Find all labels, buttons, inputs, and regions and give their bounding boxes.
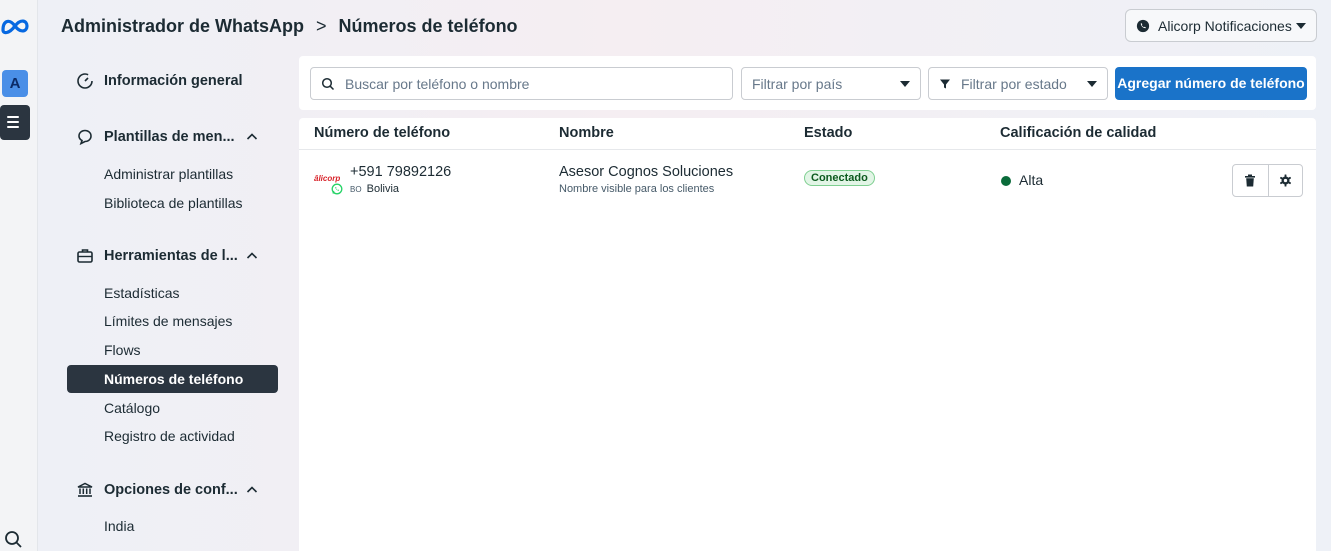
column-header-name[interactable]: Nombre: [559, 125, 614, 141]
delete-button[interactable]: [1233, 165, 1268, 196]
country-code: BO: [350, 185, 362, 194]
account-selector-button[interactable]: Alicorp Notificaciones: [1125, 9, 1317, 42]
sidebar-section-tools[interactable]: Herramientas de l...: [76, 244, 266, 268]
chevron-down-icon: [900, 80, 910, 87]
sidebar-item-message-limits[interactable]: Límites de mensajes: [104, 311, 232, 331]
search-input[interactable]: [345, 75, 725, 92]
sidebar-item-general[interactable]: Información general: [76, 69, 266, 93]
chevron-up-icon[interactable]: [246, 484, 258, 496]
trash-icon: [1245, 174, 1256, 187]
filter-bar: Filtrar por país Filtrar por estado Agre…: [299, 56, 1316, 110]
quality-rating: Alta: [1019, 172, 1044, 188]
country-filter-select[interactable]: Filtrar por país: [741, 67, 921, 100]
menu-icon[interactable]: [0, 105, 30, 140]
breadcrumb-separator: >: [316, 15, 327, 36]
left-rail: A: [0, 0, 38, 551]
phone-number: +591 79892126: [350, 164, 452, 180]
column-header-quality[interactable]: Calificación de calidad: [1000, 125, 1156, 141]
search-icon[interactable]: [3, 529, 23, 549]
status-filter-placeholder: Filtrar por estado: [961, 75, 1067, 92]
search-icon: [321, 77, 335, 90]
settings-button[interactable]: [1267, 165, 1303, 196]
sidebar-item-flows[interactable]: Flows: [104, 340, 141, 360]
sidebar-item-catalog[interactable]: Catálogo: [104, 398, 160, 418]
sidebar-item-template-library[interactable]: Biblioteca de plantillas: [104, 193, 243, 213]
sidebar-section-settings[interactable]: Opciones de conf...: [76, 478, 266, 502]
filter-icon: [940, 79, 950, 88]
sidebar-section-templates[interactable]: Plantillas de men...: [76, 125, 266, 149]
whatsapp-icon: [1136, 19, 1150, 32]
column-header-phone[interactable]: Número de teléfono: [314, 125, 450, 141]
status-badge: Conectado: [804, 170, 875, 186]
sidebar-item-label: Números de teléfono: [104, 371, 244, 387]
gauge-icon: [77, 73, 93, 89]
country-name: Bolivia: [366, 183, 400, 195]
status-filter-select[interactable]: Filtrar por estado: [928, 67, 1108, 100]
country-filter-placeholder: Filtrar por país: [752, 75, 843, 92]
sidebar-item-statistics[interactable]: Estadísticas: [104, 283, 179, 303]
breadcrumb-app[interactable]: Administrador de WhatsApp: [61, 16, 304, 37]
sidebar-section-label: Plantillas de men...: [104, 129, 235, 145]
sidebar-item-label: Información general: [104, 73, 243, 89]
row-actions: [1232, 164, 1303, 197]
search-box[interactable]: [310, 67, 733, 100]
sidebar-section-label: Opciones de conf...: [104, 482, 238, 498]
sidebar-section-label: Herramientas de l...: [104, 248, 238, 264]
brand-logo: âlicorp: [314, 174, 341, 183]
page-title: Números de teléfono: [338, 15, 518, 36]
breadcrumb: Administrador de WhatsApp > Números de t…: [61, 14, 518, 38]
table-header-divider: [299, 149, 1316, 150]
sidebar-item-manage-templates[interactable]: Administrar plantillas: [104, 164, 233, 184]
meta-logo-icon[interactable]: [0, 14, 30, 38]
gear-icon: [1279, 174, 1291, 187]
sidebar-item-activity-log[interactable]: Registro de actividad: [104, 426, 235, 446]
chevron-down-icon: [1296, 22, 1306, 29]
whatsapp-icon: [331, 183, 343, 195]
phone-country: BO Bolivia: [350, 183, 399, 195]
toolbox-icon: [77, 249, 93, 263]
account-avatar[interactable]: A: [2, 70, 28, 97]
phone-numbers-table: Número de teléfono Nombre Estado Calific…: [299, 118, 1316, 551]
add-phone-number-button[interactable]: Agregar número de teléfono: [1115, 67, 1307, 100]
column-header-status[interactable]: Estado: [804, 125, 852, 141]
sidebar-item-india[interactable]: India: [104, 516, 134, 536]
chevron-up-icon[interactable]: [246, 131, 258, 143]
bank-icon: [77, 482, 93, 497]
chat-bubble-icon: [78, 129, 92, 146]
chevron-up-icon[interactable]: [246, 250, 258, 262]
account-name: Alicorp Notificaciones: [1158, 17, 1292, 34]
quality-indicator-dot: [1001, 176, 1011, 186]
chevron-down-icon: [1087, 80, 1097, 87]
display-name-caption: Nombre visible para los clientes: [559, 183, 715, 195]
display-name: Asesor Cognos Soluciones: [559, 164, 734, 180]
